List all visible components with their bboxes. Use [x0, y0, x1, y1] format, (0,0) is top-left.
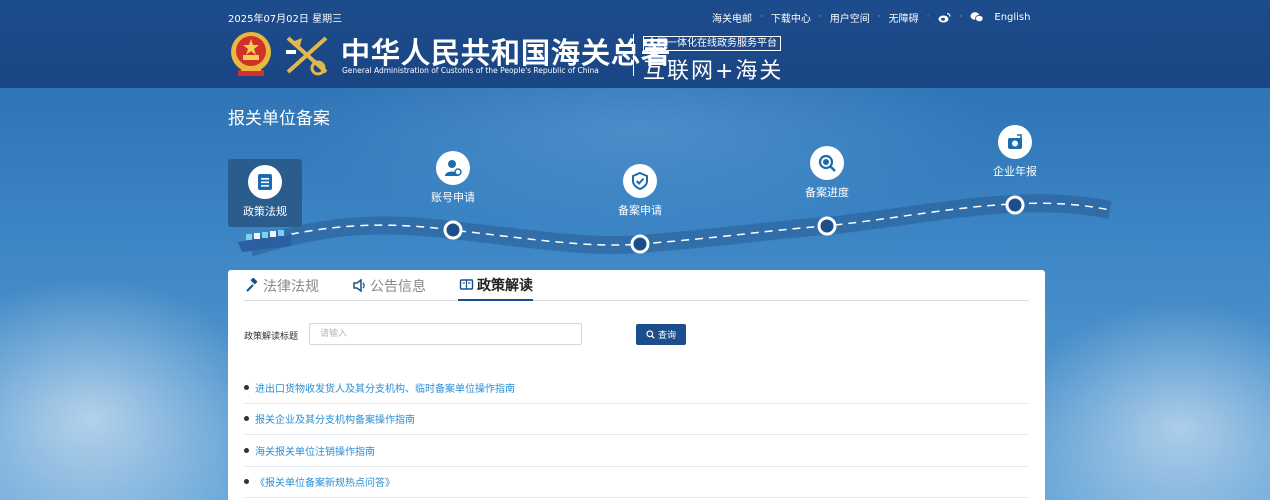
site-header: 2025年07月02日 星期三 海关电邮 · 下载中心 · 用户空间 · 无障碍…	[0, 0, 1270, 88]
list-item-title[interactable]: 进出口货物收发货人及其分支机构、临时备案单位操作指南	[255, 380, 515, 395]
cargo-ship-icon	[238, 230, 292, 252]
annual-report-icon	[998, 125, 1032, 159]
list-item[interactable]: 海关报关单位注销操作指南	[244, 435, 1029, 467]
agency-name-english: General Administration of Customs of the…	[342, 66, 599, 75]
platform-name: 互联网+海关	[643, 59, 784, 84]
step-filing-application[interactable]: 备案申请	[605, 164, 675, 218]
list-item-title[interactable]: 报关企业及其分支机构备案操作指南	[255, 411, 415, 426]
step-annual-report[interactable]: 企业年报	[980, 125, 1050, 179]
page-title: 报关单位备案	[228, 109, 330, 129]
bullet	[244, 447, 249, 453]
search-button[interactable]: 查询	[636, 324, 686, 345]
search-label: 政策解读标题	[244, 332, 299, 342]
separator: ·	[959, 12, 963, 22]
magnifier-icon	[810, 146, 844, 180]
tab-label: 法律法规	[263, 278, 319, 295]
policy-title-search-input[interactable]	[309, 323, 582, 345]
header-divider	[633, 34, 634, 76]
book-icon	[458, 277, 474, 293]
separator: ·	[877, 12, 881, 22]
tab-label: 公告信息	[370, 278, 426, 295]
step-filing-progress[interactable]: 备案进度	[792, 146, 862, 200]
step-label: 账号申请	[431, 191, 475, 204]
current-date: 2025年07月02日 星期三	[228, 14, 343, 25]
separator: ·	[818, 12, 822, 22]
bullet	[244, 416, 249, 422]
national-emblem-logo	[228, 30, 274, 78]
step-policy-regulations[interactable]: 政策法规	[228, 159, 302, 227]
list-item[interactable]: 报关企业及其分支机构备案操作指南	[244, 404, 1029, 435]
bullet	[244, 479, 249, 485]
list-item-title[interactable]: 《报关单位备案新规热点问答》	[255, 474, 395, 489]
speaker-icon	[351, 278, 367, 294]
gavel-icon	[244, 278, 260, 294]
link-accessibility[interactable]: 无障碍	[889, 10, 919, 25]
step-account-application[interactable]: 账号申请	[418, 151, 488, 205]
tab-announcements[interactable]: 公告信息	[351, 270, 426, 301]
tab-label: 政策解读	[477, 277, 533, 294]
link-user-space[interactable]: 用户空间	[830, 10, 870, 25]
list-item[interactable]: 《报关单位备案新规热点问答》	[244, 467, 1029, 498]
separator: ·	[926, 12, 930, 22]
document-list-icon	[248, 165, 282, 199]
policy-list: 进出口货物收发货人及其分支机构、临时备案单位操作指南 报关企业及其分支机构备案操…	[244, 372, 1029, 498]
link-customs-email[interactable]: 海关电邮	[712, 10, 752, 25]
tab-laws-regulations[interactable]: 法律法规	[244, 270, 319, 301]
step-label: 企业年报	[993, 165, 1037, 178]
step-label: 备案申请	[618, 204, 662, 217]
step-label: 备案进度	[805, 186, 849, 199]
customs-key-logo	[282, 32, 332, 78]
wechat-icon[interactable]	[970, 11, 984, 23]
content-panel: 法律法规 公告信息 政策解读 政策解读标题 查询 进出口货物收发货人及其分支机构…	[228, 270, 1045, 500]
list-item[interactable]: 进出口货物收发货人及其分支机构、临时备案单位操作指南	[244, 372, 1029, 404]
step-label: 政策法规	[243, 205, 287, 218]
list-item-title[interactable]: 海关报关单位注销操作指南	[255, 443, 375, 458]
search-button-label: 查询	[657, 331, 676, 341]
top-links: 海关电邮 · 下载中心 · 用户空间 · 无障碍 · · English	[712, 10, 1030, 25]
shield-check-icon	[623, 164, 657, 198]
separator: ·	[760, 12, 763, 22]
link-download-center[interactable]: 下载中心	[771, 10, 811, 25]
tab-policy-interpretation[interactable]: 政策解读	[458, 270, 533, 301]
bullet	[244, 384, 249, 390]
weibo-icon[interactable]	[938, 11, 952, 23]
language-switch-english[interactable]: English	[994, 12, 1030, 23]
search-icon	[646, 330, 655, 339]
tab-bar: 法律法规 公告信息 政策解读	[244, 270, 1029, 301]
user-gear-icon	[436, 151, 470, 185]
platform-tag: 全国一体化在线政务服务平台	[643, 36, 781, 51]
